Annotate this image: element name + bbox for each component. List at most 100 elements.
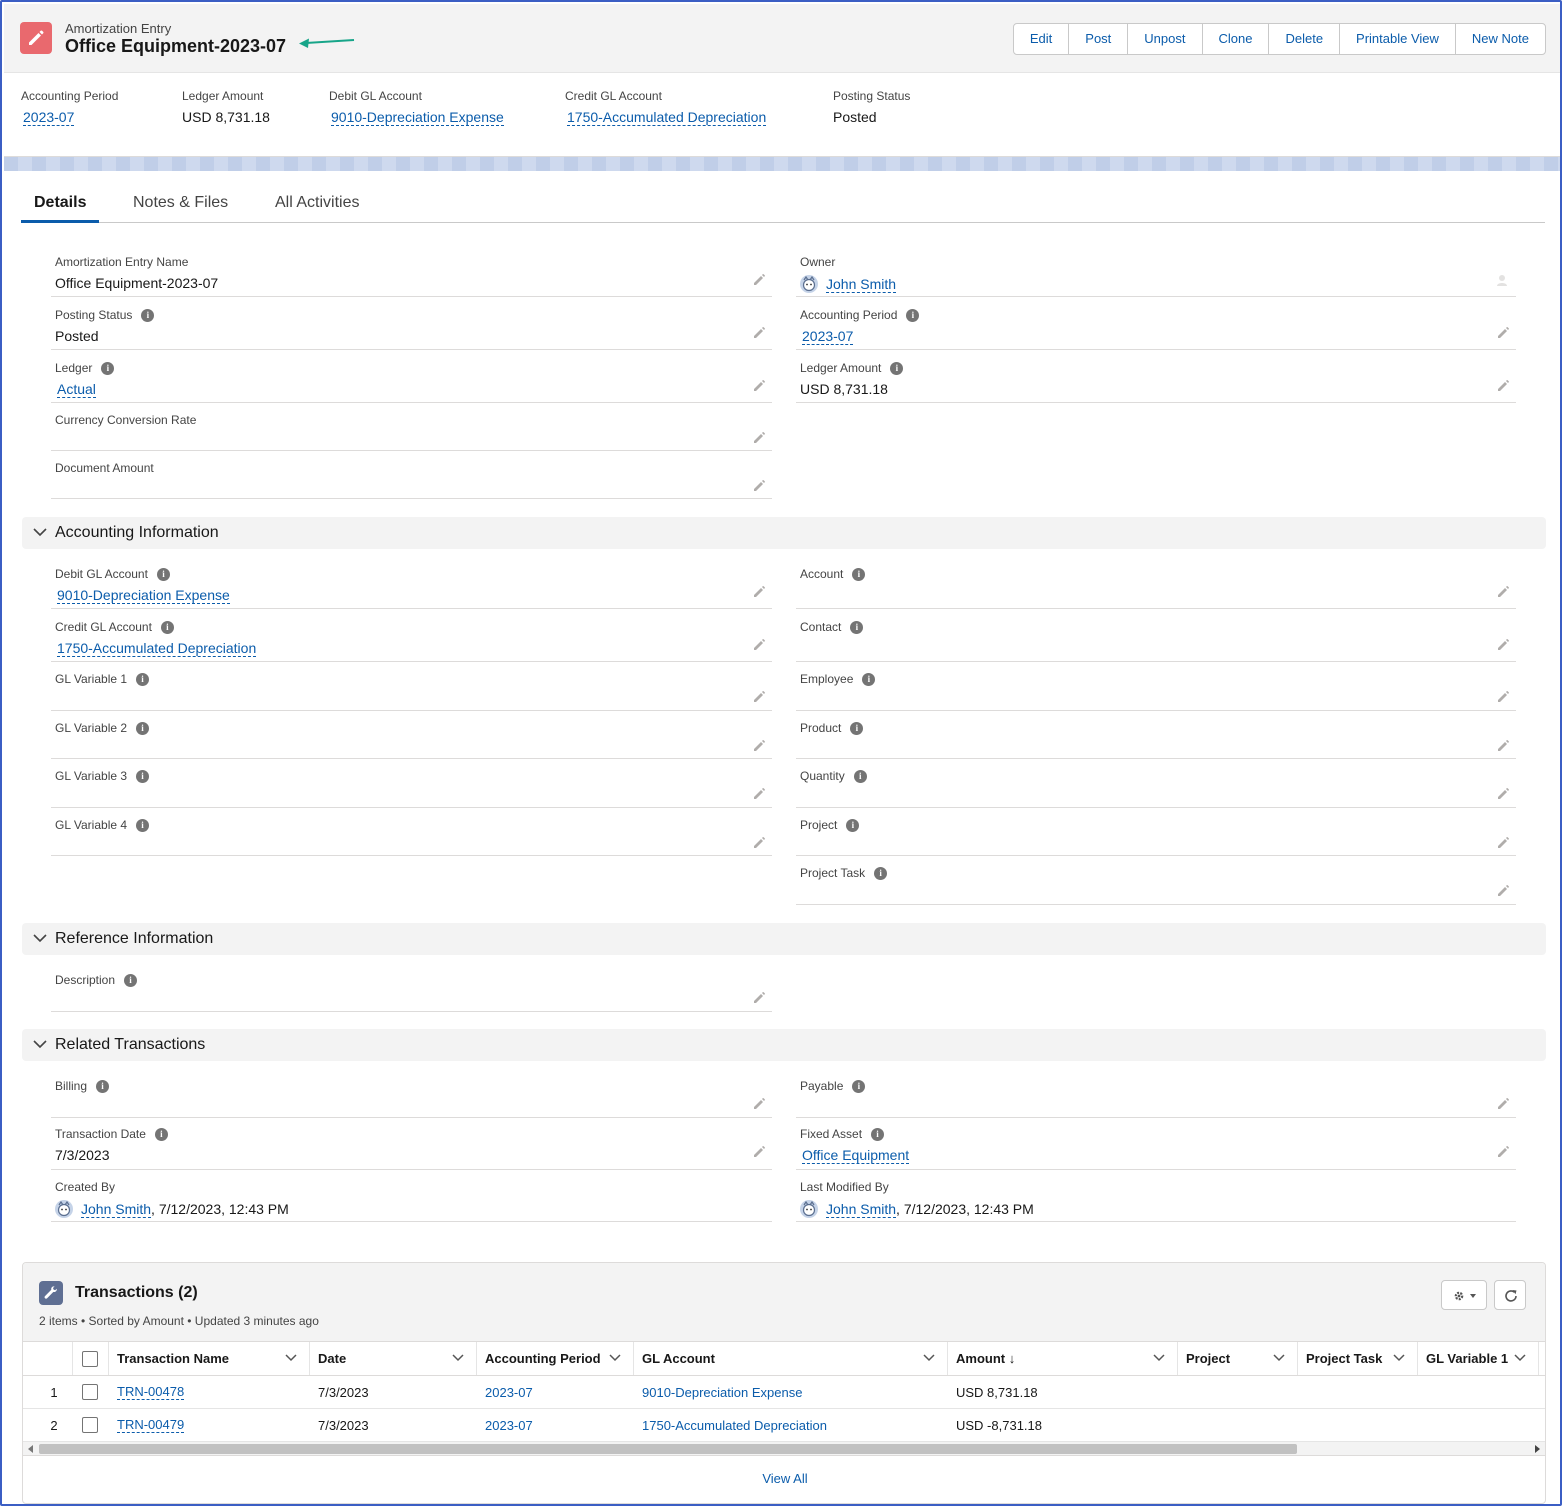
chevron-down-icon[interactable] xyxy=(285,1354,297,1362)
info-icon[interactable]: i xyxy=(136,672,150,686)
modified-by-user-link[interactable]: John Smith xyxy=(826,1201,897,1218)
pencil-icon[interactable] xyxy=(1496,379,1510,393)
info-icon[interactable]: i xyxy=(850,620,864,634)
column-header-gl-account[interactable]: GL Account xyxy=(634,1342,948,1375)
list-settings-button[interactable] xyxy=(1441,1280,1487,1310)
accounting-period-link[interactable]: 2023-07 xyxy=(485,1385,533,1400)
tab-notes-files[interactable]: Notes & Files xyxy=(133,183,228,223)
gl-account-link[interactable]: 9010-Depreciation Expense xyxy=(642,1385,802,1400)
pencil-icon[interactable] xyxy=(1496,690,1510,704)
new-note-button[interactable]: New Note xyxy=(1456,24,1545,54)
info-icon[interactable]: i xyxy=(156,567,170,581)
info-icon[interactable]: i xyxy=(871,1127,885,1141)
scroll-right-icon[interactable] xyxy=(1533,1445,1541,1453)
tab-details[interactable]: Details xyxy=(21,183,100,223)
unpost-button[interactable]: Unpost xyxy=(1128,24,1203,54)
pencil-icon[interactable] xyxy=(752,836,766,850)
change-owner-icon[interactable] xyxy=(1496,273,1510,287)
column-header-project-task[interactable]: Project Task xyxy=(1298,1342,1418,1375)
accounting-period-link[interactable]: 2023-07 xyxy=(485,1418,533,1433)
pencil-icon[interactable] xyxy=(1496,739,1510,753)
column-header-accounting-period[interactable]: Accounting Period xyxy=(477,1342,634,1375)
highlight-accounting-period-link[interactable]: 2023-07 xyxy=(23,109,118,126)
pencil-icon[interactable] xyxy=(1496,1097,1510,1111)
field-debit-gl-link[interactable]: 9010-Depreciation Expense xyxy=(57,587,230,604)
pencil-icon[interactable] xyxy=(752,787,766,801)
info-icon[interactable]: i xyxy=(96,1079,110,1093)
pencil-icon[interactable] xyxy=(1496,884,1510,898)
scrollbar-thumb[interactable] xyxy=(39,1444,1297,1454)
column-header-amount[interactable]: Amount ↓ xyxy=(948,1342,1178,1375)
pencil-icon[interactable] xyxy=(752,638,766,652)
related-list-title[interactable]: Transactions (2) xyxy=(75,1284,198,1302)
pencil-icon[interactable] xyxy=(1496,836,1510,850)
delete-button[interactable]: Delete xyxy=(1269,24,1341,54)
pencil-icon[interactable] xyxy=(752,479,766,493)
info-icon[interactable]: i xyxy=(850,721,864,735)
field-ledger-link[interactable]: Actual xyxy=(57,381,96,398)
pencil-icon[interactable] xyxy=(752,585,766,599)
pencil-icon[interactable] xyxy=(752,379,766,393)
view-all-link[interactable]: View All xyxy=(23,1471,1545,1486)
horizontal-scrollbar[interactable] xyxy=(23,1442,1545,1456)
info-icon[interactable]: i xyxy=(154,1127,168,1141)
section-related-transactions[interactable]: Related Transactions xyxy=(22,1029,1546,1061)
pencil-icon[interactable] xyxy=(752,1097,766,1111)
refresh-button[interactable] xyxy=(1494,1280,1526,1310)
chevron-down-icon[interactable] xyxy=(452,1354,464,1362)
column-header-project[interactable]: Project xyxy=(1178,1342,1298,1375)
chevron-down-icon[interactable] xyxy=(923,1354,935,1362)
pencil-icon[interactable] xyxy=(752,431,766,445)
row-checkbox[interactable] xyxy=(82,1417,98,1433)
info-icon[interactable]: i xyxy=(136,769,150,783)
info-icon[interactable]: i xyxy=(853,769,867,783)
clone-button[interactable]: Clone xyxy=(1203,24,1270,54)
pencil-icon[interactable] xyxy=(1496,585,1510,599)
chevron-down-icon[interactable] xyxy=(1514,1354,1526,1362)
created-by-user-link[interactable]: John Smith xyxy=(81,1201,152,1218)
column-header-gl-variable-1[interactable]: GL Variable 1 xyxy=(1418,1342,1539,1375)
field-fixed-asset-link[interactable]: Office Equipment xyxy=(802,1147,910,1164)
highlight-debit-gl-link[interactable]: 9010-Depreciation Expense xyxy=(331,109,504,126)
gl-account-link[interactable]: 1750-Accumulated Depreciation xyxy=(642,1418,827,1433)
pencil-icon[interactable] xyxy=(752,739,766,753)
pencil-icon[interactable] xyxy=(752,1145,766,1159)
chevron-down-icon[interactable] xyxy=(609,1354,621,1362)
pencil-icon[interactable] xyxy=(1496,638,1510,652)
info-icon[interactable]: i xyxy=(136,721,150,735)
column-header-transaction-name[interactable]: Transaction Name xyxy=(109,1342,310,1375)
select-all-checkbox[interactable] xyxy=(82,1350,98,1367)
printable-view-button[interactable]: Printable View xyxy=(1340,24,1456,54)
pencil-icon[interactable] xyxy=(752,991,766,1005)
info-icon[interactable]: i xyxy=(136,818,150,832)
info-icon[interactable]: i xyxy=(101,361,115,375)
tab-all-activities[interactable]: All Activities xyxy=(275,183,359,223)
column-header-date[interactable]: Date xyxy=(310,1342,477,1375)
info-icon[interactable]: i xyxy=(852,1079,866,1093)
transaction-link[interactable]: TRN-00479 xyxy=(117,1417,185,1433)
info-icon[interactable]: i xyxy=(852,567,866,581)
info-icon[interactable]: i xyxy=(141,308,155,322)
field-credit-gl-link[interactable]: 1750-Accumulated Depreciation xyxy=(57,640,257,657)
pencil-icon[interactable] xyxy=(752,273,766,287)
pencil-icon[interactable] xyxy=(752,690,766,704)
pencil-icon[interactable] xyxy=(752,326,766,340)
transaction-link[interactable]: TRN-00478 xyxy=(117,1384,185,1400)
row-checkbox[interactable] xyxy=(82,1384,98,1400)
highlight-credit-gl-link[interactable]: 1750-Accumulated Depreciation xyxy=(567,109,767,126)
info-icon[interactable]: i xyxy=(160,620,174,634)
field-owner-value[interactable]: John Smith xyxy=(800,275,897,293)
scroll-left-icon[interactable] xyxy=(27,1445,35,1453)
info-icon[interactable]: i xyxy=(846,818,860,832)
info-icon[interactable]: i xyxy=(124,973,138,987)
pencil-icon[interactable] xyxy=(1496,787,1510,801)
info-icon[interactable]: i xyxy=(862,672,876,686)
info-icon[interactable]: i xyxy=(874,866,888,880)
info-icon[interactable]: i xyxy=(906,308,920,322)
pencil-icon[interactable] xyxy=(1496,1145,1510,1159)
pencil-icon[interactable] xyxy=(1496,326,1510,340)
edit-button[interactable]: Edit xyxy=(1014,24,1070,54)
chevron-down-icon[interactable] xyxy=(1153,1354,1165,1362)
field-accounting-period-link[interactable]: 2023-07 xyxy=(802,328,854,345)
section-reference-information[interactable]: Reference Information xyxy=(22,923,1546,955)
